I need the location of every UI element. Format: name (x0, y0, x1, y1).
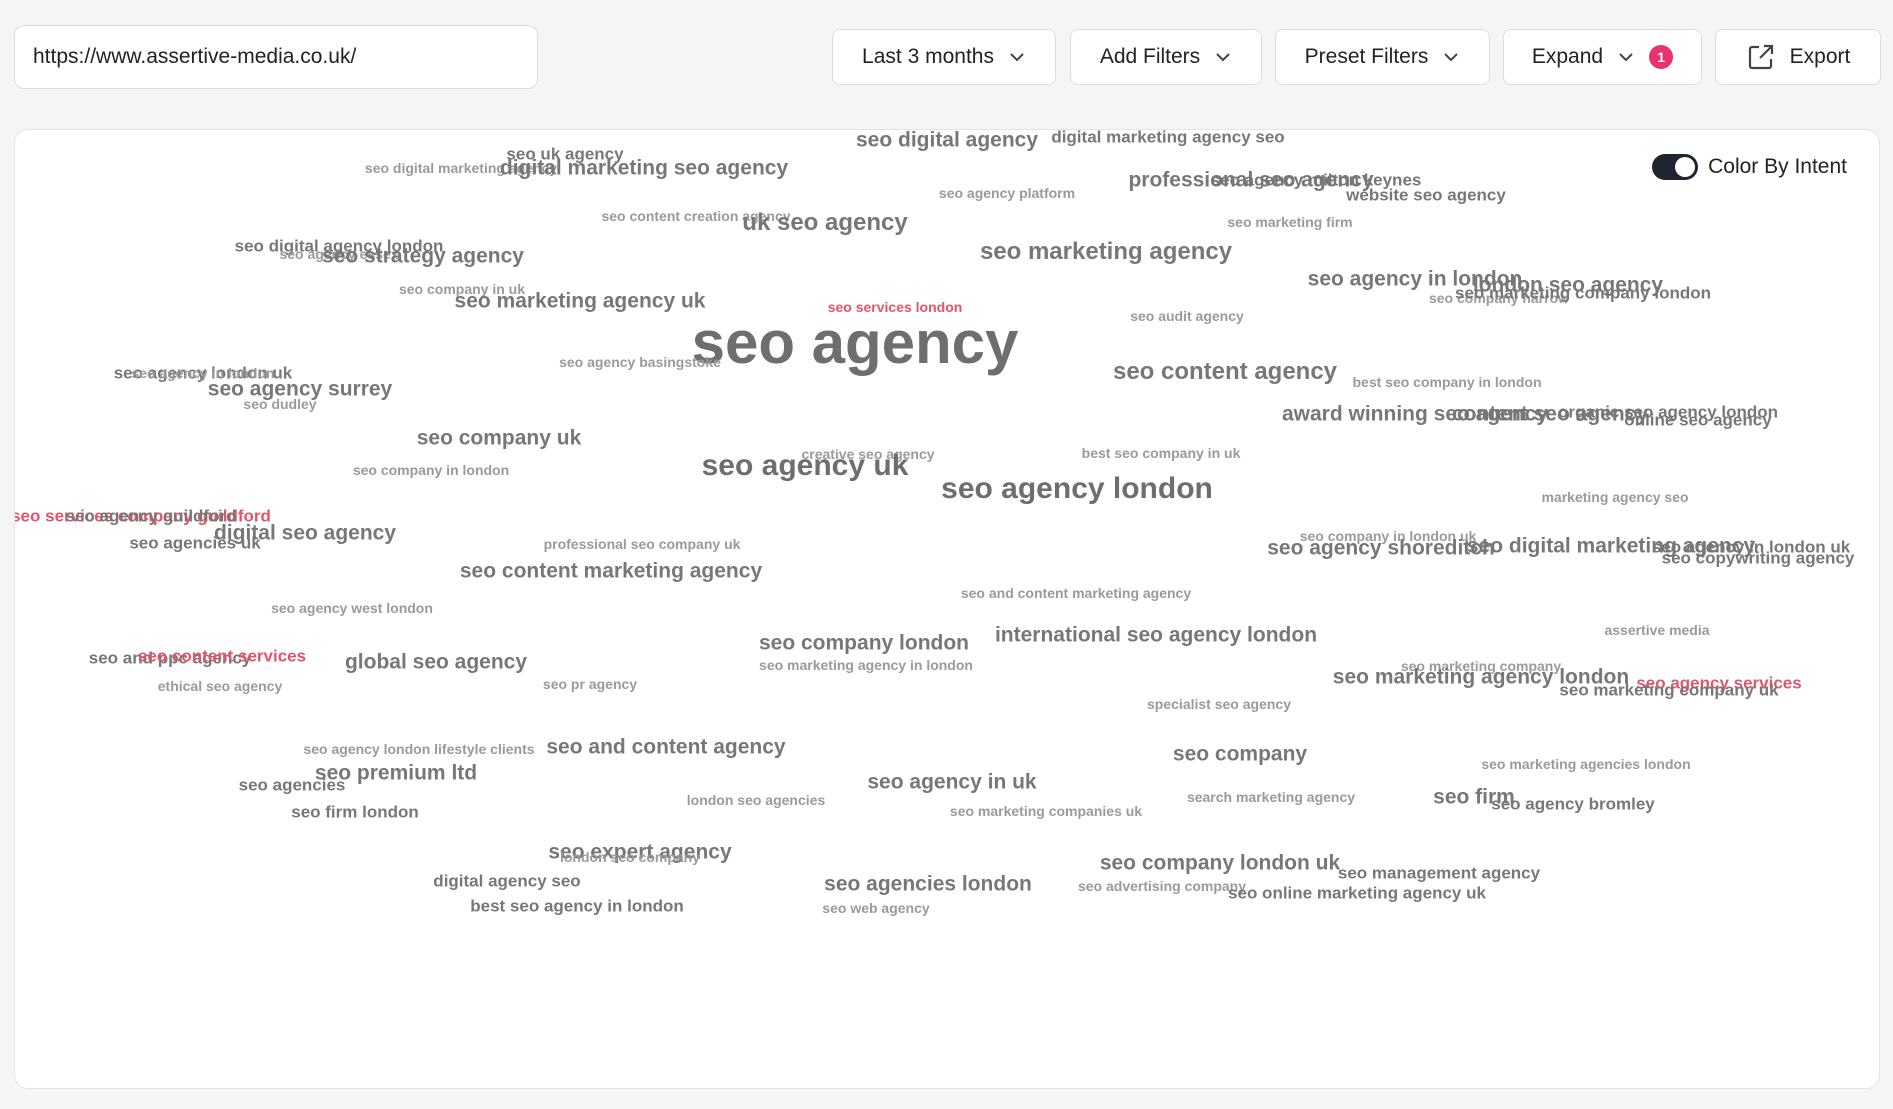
keyword-word[interactable]: digital agency seo (433, 873, 580, 890)
keyword-word[interactable]: london seo company (560, 850, 700, 864)
keyword-word[interactable]: seo agency guildford (66, 508, 237, 525)
keyword-word[interactable]: seo agency london lifestyle clients (303, 742, 534, 756)
expand-label: Expand (1531, 45, 1604, 68)
keyword-word[interactable]: seo marketing company london (1455, 285, 1711, 302)
keyword-word[interactable]: seo agency in uk (867, 772, 1036, 793)
keyword-word[interactable]: ethical seo agency (158, 679, 283, 693)
keyword-word[interactable]: seo agency platform (939, 186, 1075, 200)
keyword-word[interactable]: seo firm london (291, 804, 419, 821)
keyword-word[interactable]: seo copywriting agency (1662, 550, 1855, 567)
keyword-word-cloud: Color By Intent seo digital agency digita… (14, 129, 1880, 1089)
keyword-word[interactable]: seo and content marketing agency (961, 586, 1191, 600)
keyword-word[interactable]: seo company london uk (1100, 853, 1340, 874)
expand-count-badge: 1 (1649, 45, 1674, 69)
keyword-word[interactable]: seo marketing firm (1227, 215, 1352, 229)
keyword-word[interactable]: seo and content agency (546, 737, 785, 758)
keyword-word[interactable]: uk seo agency (742, 211, 907, 235)
keyword-word[interactable]: seo agency london (941, 474, 1213, 504)
keyword-word[interactable]: seo company uk (417, 428, 582, 449)
keyword-word[interactable]: seo marketing agency in london (759, 658, 973, 672)
chevron-down-icon (1619, 53, 1633, 62)
keyword-word[interactable]: seo marketing company uk (1559, 682, 1778, 699)
keyword-word[interactable]: seo advertising company (1078, 879, 1246, 893)
keyword-word[interactable]: seo company in london (353, 463, 509, 477)
keyword-word[interactable]: specialist seo agency (1147, 697, 1291, 711)
keyword-word[interactable]: london seo agencies (687, 793, 825, 807)
keyword-word[interactable]: seo dudley (243, 397, 316, 411)
preset-filters-label: Preset Filters (1304, 45, 1429, 68)
chevron-down-icon (1216, 53, 1230, 62)
keyword-word[interactable]: seo pr agency (543, 677, 637, 691)
color-by-intent-label: Color By Intent (1708, 155, 1847, 178)
keyword-word[interactable]: seo agency west london (271, 601, 433, 615)
keyword-word[interactable]: seo content marketing agency (460, 561, 762, 582)
keyword-word[interactable]: seo audit agency (1130, 309, 1244, 323)
add-filters-dropdown[interactable]: Add Filters (1070, 29, 1262, 85)
keyword-word[interactable]: best seo company in london (1352, 375, 1541, 389)
keyword-word[interactable]: marketing agency seo (1541, 490, 1688, 504)
keyword-word[interactable]: online seo agency (1624, 412, 1771, 429)
keyword-word[interactable]: global seo agency (345, 652, 527, 673)
keyword-word[interactable]: website seo agency (1346, 187, 1506, 204)
export-label: Export (1789, 45, 1851, 68)
keyword-word[interactable]: seo marketing agency uk (455, 291, 706, 312)
expand-dropdown[interactable]: Expand 1 (1503, 29, 1702, 85)
keyword-word[interactable]: seo management agency (1338, 865, 1540, 882)
keyword-word[interactable]: assertive media (1604, 623, 1709, 637)
keyword-word[interactable]: seo agency bromley (1491, 796, 1654, 813)
date-range-dropdown[interactable]: Last 3 months (832, 29, 1056, 85)
keyword-word[interactable]: seo company (1173, 744, 1307, 765)
url-input[interactable] (31, 44, 521, 70)
url-field-wrapper (14, 25, 538, 89)
date-range-label: Last 3 months (862, 45, 994, 68)
keyword-word[interactable]: seo strategy agency (322, 246, 524, 267)
keyword-word[interactable]: digital marketing seo agency (500, 158, 788, 179)
keyword-word[interactable]: seo agency shoreditch (1267, 538, 1495, 559)
keyword-word[interactable]: seo agencies (239, 777, 346, 794)
keyword-word[interactable]: best seo agency in london (470, 898, 683, 915)
add-filters-label: Add Filters (1099, 45, 1201, 68)
keyword-word[interactable]: seo content services (138, 648, 306, 665)
keyword-word[interactable]: seo marketing companies uk (950, 804, 1142, 818)
chevron-down-icon (1010, 53, 1024, 62)
keyword-word[interactable]: digital marketing agency seo (1051, 130, 1284, 146)
keyword-word[interactable]: seo content agency (1113, 360, 1337, 384)
keyword-word[interactable]: seo agency basingstoke (559, 355, 721, 369)
export-button[interactable]: Export (1715, 29, 1881, 85)
keyword-word[interactable]: search marketing agency (1187, 790, 1355, 804)
color-by-intent-toggle[interactable] (1652, 154, 1699, 180)
keyword-word[interactable]: seo agencies uk (129, 535, 260, 552)
keyword-word[interactable]: seo online marketing agency uk (1228, 885, 1486, 902)
keyword-word[interactable]: seo agencies london (824, 874, 1032, 895)
keyword-word[interactable]: international seo agency london (995, 625, 1317, 646)
keyword-word[interactable]: professional seo company uk (544, 537, 741, 551)
color-by-intent-control: Color By Intent (1652, 154, 1847, 180)
external-link-icon (1748, 44, 1773, 70)
keyword-word[interactable]: seo company london (759, 633, 969, 654)
keyword-word[interactable]: seo marketing agency (980, 240, 1232, 264)
preset-filters-dropdown[interactable]: Preset Filters (1275, 29, 1490, 85)
keyword-word[interactable]: best seo company in uk (1082, 446, 1241, 460)
keyword-word[interactable]: seo digital agency (856, 130, 1038, 151)
chevron-down-icon (1444, 53, 1459, 62)
keyword-word[interactable]: seo web agency (822, 901, 929, 915)
keyword-word[interactable]: seo agency uk (702, 451, 909, 481)
keyword-word[interactable]: seo agency (692, 313, 1019, 373)
keyword-word[interactable]: seo marketing agencies london (1481, 757, 1690, 771)
